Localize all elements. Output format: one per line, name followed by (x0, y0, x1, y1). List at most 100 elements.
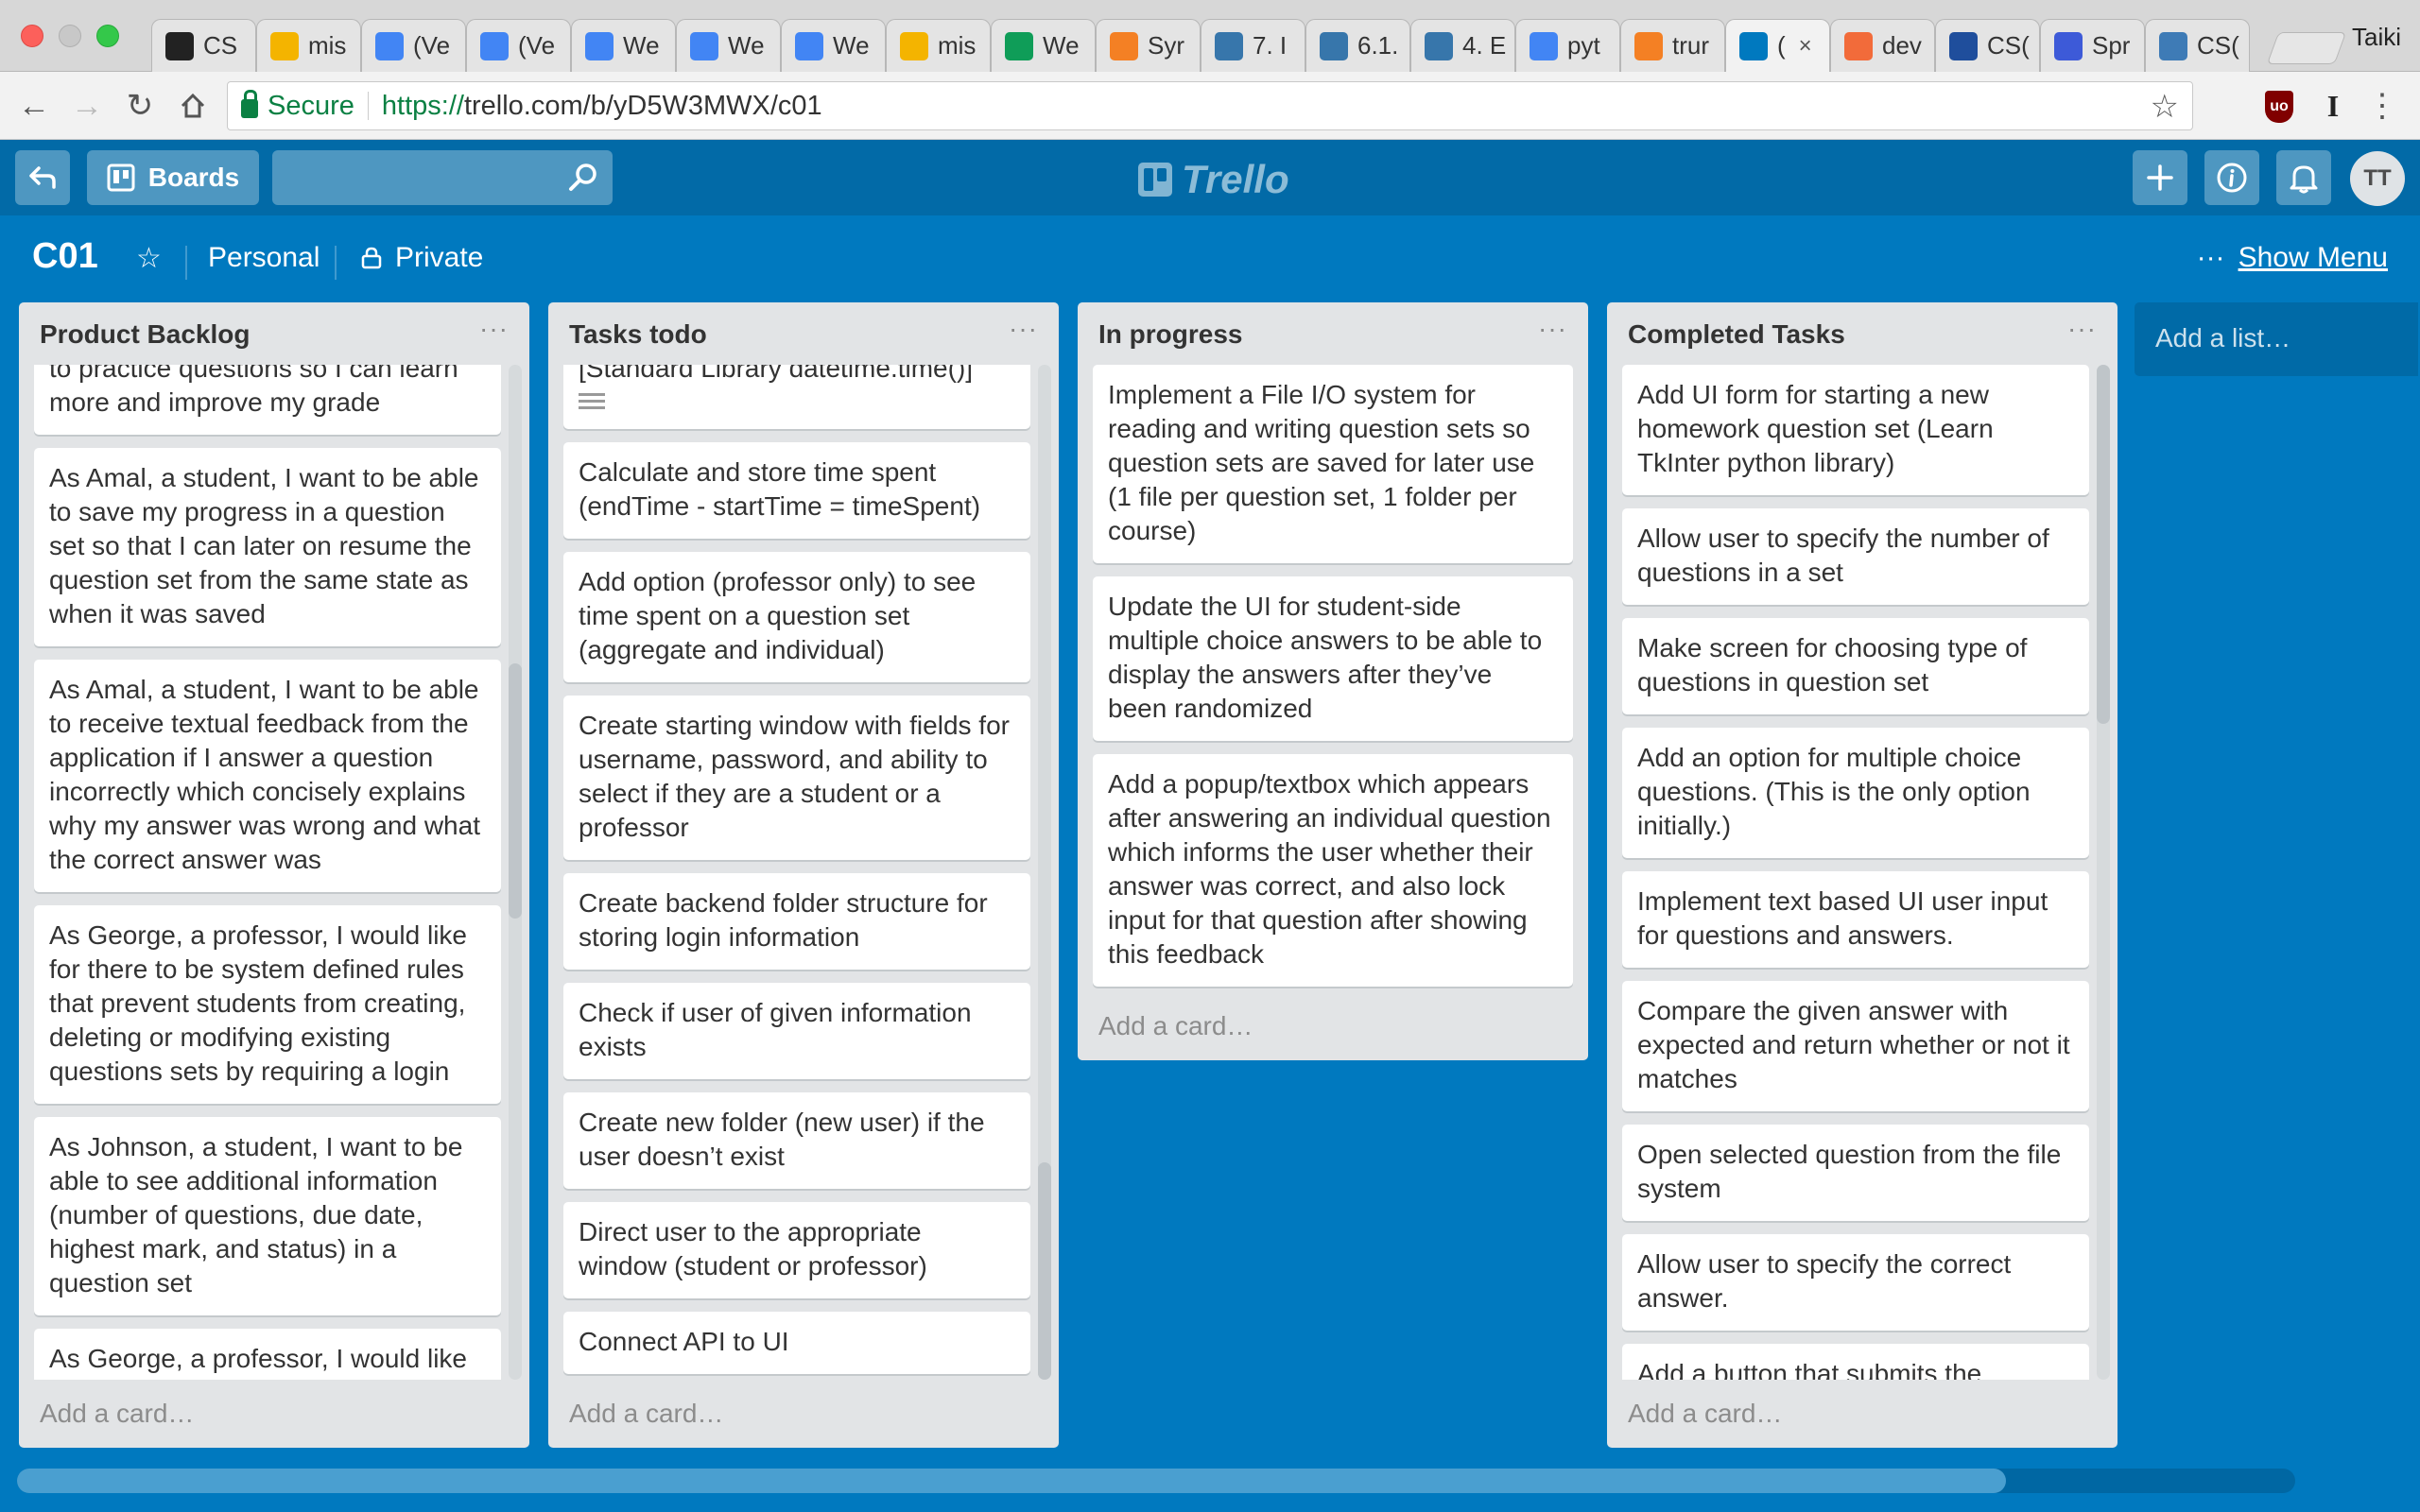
list-scroll-thumb[interactable] (1038, 1162, 1051, 1380)
list-scroll-thumb[interactable] (2097, 365, 2110, 724)
card[interactable]: As Amal, a student, I want to be able to… (34, 448, 501, 646)
back-arrow-icon[interactable]: ← (13, 85, 55, 127)
browser-tab[interactable]: (Ve (361, 19, 466, 72)
address-bar[interactable]: Secure https:// trello.com/b/yD5W3MWX/c0… (227, 81, 2193, 130)
list-header[interactable]: Tasks todo ··· (548, 302, 1059, 365)
browser-tab[interactable]: mis (256, 19, 361, 72)
card[interactable]: Update the UI for student-side multiple … (1093, 576, 1573, 741)
board-horizontal-scrollbar[interactable] (17, 1469, 2295, 1493)
card[interactable]: Connect API to UI (563, 1312, 1030, 1374)
forward-arrow-icon[interactable]: → (66, 85, 108, 127)
team-button[interactable]: Personal (208, 242, 320, 274)
card[interactable]: Make screen for choosing type of questio… (1622, 618, 2089, 714)
trello-logo[interactable]: Trello (1138, 157, 1289, 202)
card[interactable]: Check if user of given information exist… (563, 983, 1030, 1079)
home-icon[interactable] (172, 85, 214, 127)
browser-tab[interactable]: CS( (2145, 19, 2250, 72)
reload-icon[interactable]: ↻ (119, 85, 161, 127)
i-extension-icon[interactable]: I (2314, 87, 2352, 125)
board-scroll-thumb[interactable] (17, 1469, 2006, 1493)
list-scroll-thumb[interactable] (509, 663, 522, 919)
browser-tab[interactable]: mis (886, 19, 991, 72)
list-menu-icon[interactable]: ··· (1538, 314, 1567, 344)
board-search-input[interactable] (272, 150, 613, 205)
create-button[interactable] (2133, 150, 2187, 205)
list-scrollbar[interactable] (1038, 365, 1051, 1380)
browser-profile-name[interactable]: Taiki (2352, 23, 2401, 52)
card[interactable]: Add UI form for starting a new homework … (1622, 365, 2089, 495)
boards-button[interactable]: Boards (87, 150, 259, 205)
tab-close-icon[interactable]: × (1799, 33, 1812, 60)
star-board-button[interactable]: ☆ (136, 242, 162, 275)
list-menu-icon[interactable]: ··· (479, 314, 509, 344)
list-scrollbar[interactable] (509, 365, 522, 1380)
add-card-button[interactable]: Add a card… (1078, 1000, 1588, 1068)
add-card-button[interactable]: Add a card… (19, 1380, 529, 1448)
browser-tab[interactable]: (Ve (466, 19, 571, 72)
notifications-button[interactable] (2276, 150, 2331, 205)
card[interactable]: Compare the given answer with expected a… (1622, 981, 2089, 1111)
browser-menu-icon[interactable]: ⋮ (2363, 87, 2401, 125)
browser-tab[interactable]: 4. E (1410, 19, 1515, 72)
new-tab-button[interactable] (2266, 32, 2347, 64)
card[interactable]: Add a button that submits the answer sel… (1622, 1344, 2089, 1380)
card[interactable]: As George, a professor, I would like to … (34, 1329, 501, 1380)
back-to-home-button[interactable] (15, 150, 70, 205)
list-header[interactable]: Product Backlog ··· (19, 302, 529, 365)
browser-tab[interactable]: 6.1. (1305, 19, 1410, 72)
card[interactable]: [Standard Library datetime.time()] (563, 365, 1030, 429)
card[interactable]: Direct user to the appropriate window (s… (563, 1202, 1030, 1298)
list-title[interactable]: Tasks todo (569, 319, 1038, 350)
list-title[interactable]: Product Backlog (40, 319, 509, 350)
browser-tab[interactable]: dev (1830, 19, 1935, 72)
card[interactable]: Add an option for multiple choice questi… (1622, 728, 2089, 858)
card[interactable]: Create starting window with fields for u… (563, 696, 1030, 860)
browser-tab[interactable]: We (781, 19, 886, 72)
list-title[interactable]: Completed Tasks (1628, 319, 2097, 350)
browser-tab[interactable]: Syr (1096, 19, 1201, 72)
browser-tab[interactable]: Spr (2040, 19, 2145, 72)
bookmark-star-icon[interactable]: ☆ (2151, 88, 2179, 126)
add-card-button[interactable]: Add a card… (548, 1380, 1059, 1448)
list-title[interactable]: In progress (1098, 319, 1567, 350)
window-zoom-button[interactable] (96, 25, 119, 47)
list-header[interactable]: In progress ··· (1078, 302, 1588, 365)
card[interactable]: As Amal, a student, I want to be able to… (34, 365, 501, 435)
browser-tab[interactable]: 7. I (1201, 19, 1305, 72)
board-title[interactable]: C01 (32, 236, 98, 277)
card[interactable]: Implement text based UI user input for q… (1622, 871, 2089, 968)
list-menu-icon[interactable]: ··· (1009, 314, 1038, 344)
list-scrollbar[interactable] (2097, 365, 2110, 1380)
list-menu-icon[interactable]: ··· (2067, 314, 2097, 344)
visibility-button[interactable]: Private (361, 242, 483, 274)
card[interactable]: Open selected question from the file sys… (1622, 1125, 2089, 1221)
window-close-button[interactable] (21, 25, 43, 47)
browser-tab[interactable]: CS (151, 19, 256, 72)
show-menu-button[interactable]: ··· Show Menu (2197, 242, 2388, 274)
browser-tab[interactable]: We (571, 19, 676, 72)
card[interactable]: Create new folder (new user) if the user… (563, 1092, 1030, 1189)
card[interactable]: Implement a File I/O system for reading … (1093, 365, 1573, 563)
ublock-extension-icon[interactable]: uo (2265, 91, 2293, 123)
card[interactable]: As George, a professor, I would like for… (34, 905, 501, 1104)
browser-tab[interactable]: (× (1725, 19, 1830, 72)
browser-tab[interactable]: pyt (1515, 19, 1620, 72)
browser-tab[interactable]: CS( (1935, 19, 2040, 72)
browser-tab[interactable]: trur (1620, 19, 1725, 72)
info-button[interactable] (2204, 150, 2259, 205)
add-list-button[interactable]: Add a list… (2135, 302, 2418, 376)
search-icon[interactable] (567, 162, 599, 194)
member-avatar[interactable]: TT (2350, 151, 2405, 206)
card[interactable]: Add option (professor only) to see time … (563, 552, 1030, 682)
card[interactable]: Create backend folder structure for stor… (563, 873, 1030, 970)
browser-tab[interactable]: We (676, 19, 781, 72)
browser-tab[interactable]: We (991, 19, 1096, 72)
card[interactable]: Allow user to specify the correct answer… (1622, 1234, 2089, 1331)
card[interactable]: Calculate and store time spent (endTime … (563, 442, 1030, 539)
card[interactable]: As Amal, a student, I want to be able to… (34, 660, 501, 892)
card[interactable]: Add a popup/textbox which appears after … (1093, 754, 1573, 987)
add-card-button[interactable]: Add a card… (1607, 1380, 2118, 1448)
list-header[interactable]: Completed Tasks ··· (1607, 302, 2118, 365)
card[interactable]: As Johnson, a student, I want to be able… (34, 1117, 501, 1315)
card[interactable]: Allow user to specify the number of ques… (1622, 508, 2089, 605)
